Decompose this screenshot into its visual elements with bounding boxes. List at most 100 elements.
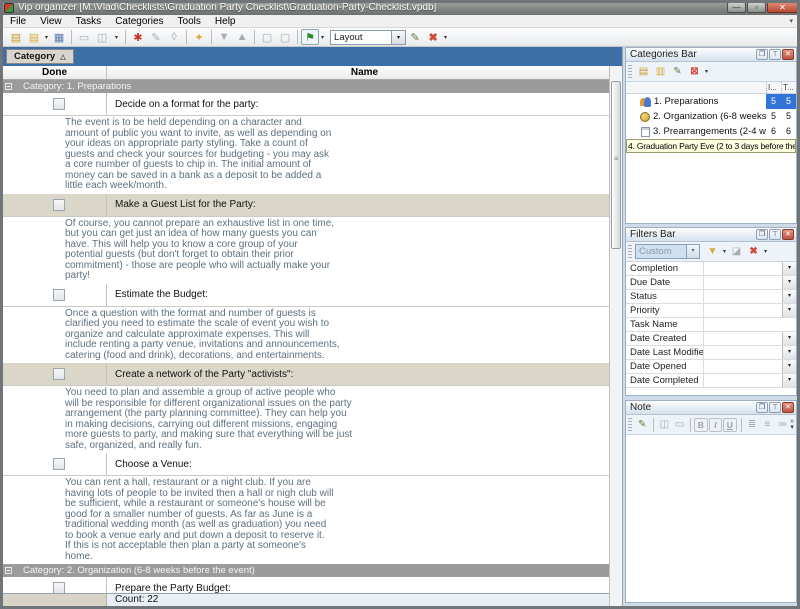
filter-value[interactable] [704,332,782,345]
categories-col1-header[interactable]: I... [766,82,781,93]
task-checkbox[interactable] [53,458,65,470]
pin-panel-icon[interactable]: ⊤ [769,49,781,60]
align-center-icon[interactable]: ≡ [760,417,775,433]
category-item-preparations[interactable]: 1. Preparations 5 5 [626,94,796,109]
print-preview-icon[interactable]: ◫ [93,29,111,45]
maximize-button[interactable]: ▫ [747,2,766,13]
menu-help[interactable]: Help [208,15,243,28]
import-icon[interactable]: ▦ [50,29,68,45]
edit-note-icon[interactable]: ✎ [635,417,650,433]
task-row[interactable]: Make a Guest List for the Party: [3,194,609,217]
close-button[interactable]: ✕ [767,2,798,13]
filter-value[interactable] [704,290,782,303]
edit-layout-icon[interactable]: ✎ [406,29,424,45]
delete-layout-icon[interactable]: ✖ [424,29,442,45]
toolbar-grip[interactable] [628,418,632,432]
task-checkbox[interactable] [53,199,65,211]
flag-dropdown-icon[interactable]: ▾ [319,34,326,41]
layout-combo[interactable]: Layout ▾ [330,30,406,45]
group-row-preparations[interactable]: Category: 1. Preparations [3,80,609,93]
collapse-group-icon[interactable] [5,83,12,90]
column-header-done[interactable]: Done [3,66,107,79]
filter-dropdown-button[interactable]: ▾ [782,346,796,359]
filter-dropdown-button[interactable]: ▾ [782,332,796,345]
task-row[interactable]: Estimate the Budget: [3,284,609,307]
note-content[interactable] [626,436,796,602]
toolbar-grip[interactable] [628,245,632,259]
category-item-prearrangements[interactable]: 3. Prearrangements (2-4 weeks before 6 6 [626,124,796,139]
filters-overflow-icon[interactable]: ▾ [762,248,769,255]
restore-panel-icon[interactable]: ❐ [756,229,768,240]
categories-col2-header[interactable]: T... [781,82,796,93]
layout-combo-value[interactable]: Layout [330,30,392,45]
filter-value[interactable] [704,374,782,387]
menu-tools[interactable]: Tools [171,15,208,28]
new-task-icon[interactable]: ✱ [129,29,147,45]
group-by-category-button[interactable]: Category △ [6,49,74,64]
task-checkbox[interactable] [53,289,65,301]
task-checkbox[interactable] [53,98,65,110]
new-page-icon[interactable]: ◫ [657,417,672,433]
task-checkbox[interactable] [53,582,65,593]
category-item-organization[interactable]: 2. Organization (6-8 weeks before the 5 … [626,109,796,124]
move-down-icon[interactable]: ▼ [215,29,233,45]
group-row-organization[interactable]: Category: 2. Organization (6-8 weeks bef… [3,564,609,577]
task-checkbox[interactable] [53,368,65,380]
toolbar-grip[interactable] [628,65,632,79]
restore-panel-icon[interactable]: ❐ [756,49,768,60]
menu-file[interactable]: File [3,15,33,28]
filter-dropdown-button[interactable]: ▾ [782,374,796,387]
filter-value[interactable] [704,262,782,275]
restore-panel-icon[interactable]: ❐ [756,402,768,413]
filter-dropdown-button[interactable]: ▾ [782,262,796,275]
open-dropdown-icon[interactable]: ▾ [43,34,50,41]
filter-dropdown-icon[interactable]: ▾ [721,248,728,255]
menu-tasks[interactable]: Tasks [69,15,109,28]
filter-value[interactable] [704,360,782,373]
menu-overflow-icon[interactable]: ▾ [789,17,797,25]
filter-preset-combo[interactable]: Custom ▾ [635,244,700,259]
print-icon[interactable]: ▭ [75,29,93,45]
minimize-button[interactable]: — [727,2,746,13]
vertical-scrollbar[interactable] [609,66,622,606]
new-category-icon[interactable]: ▤ [635,64,652,80]
new-subcategory-icon[interactable]: ▥ [652,64,669,80]
task-row[interactable]: Create a network of the Party "activists… [3,363,609,386]
edit-category-icon[interactable]: ✎ [669,64,686,80]
menu-view[interactable]: View [33,15,69,28]
menu-categories[interactable]: Categories [108,15,170,28]
align-left-icon[interactable]: ≣ [744,417,759,433]
edit-task-icon[interactable]: ✎ [147,29,165,45]
task-row[interactable]: Decide on a format for the party: [3,93,609,116]
delete-category-icon[interactable]: ⊠ [686,64,703,80]
filter-value[interactable] [704,304,782,317]
filter-dropdown-button[interactable]: ▾ [782,276,796,289]
bold-icon[interactable]: B [694,418,707,432]
pin-panel-icon[interactable]: ⊤ [769,402,781,413]
filter-dropdown-button[interactable]: ▾ [782,304,796,317]
print-dropdown-icon[interactable]: ▾ [111,34,122,41]
task-row[interactable]: Choose a Venue: [3,453,609,476]
close-panel-icon[interactable]: ✕ [782,402,794,413]
italic-icon[interactable]: I [709,418,722,432]
scrollbar-thumb[interactable] [611,81,621,249]
filter-value[interactable] [704,276,782,289]
new-checklist-icon[interactable]: ▤ [7,29,25,45]
task-row[interactable]: Prepare the Party Budget: [3,577,609,593]
close-panel-icon[interactable]: ✕ [782,49,794,60]
layout-combo-dropdown-icon[interactable]: ▾ [392,30,406,45]
move-up-icon[interactable]: ▲ [233,29,251,45]
clear-filter-icon[interactable]: ◪ [728,244,745,260]
filter-preset-dropdown-icon[interactable]: ▾ [687,244,700,259]
categories-overflow-icon[interactable]: ▾ [703,68,710,75]
highlight-icon[interactable]: ✦ [190,29,208,45]
open-checklist-icon[interactable]: ▤ [25,29,43,45]
filter-value[interactable] [704,318,796,331]
layout-overflow-icon[interactable]: ▾ [442,34,449,41]
print-note-icon[interactable]: ▭ [672,417,687,433]
bullet-list-icon[interactable]: ≔ [775,417,790,433]
collapse-group-icon[interactable] [5,567,12,574]
expand-icon[interactable]: ▢ [258,29,276,45]
filter-preset-value[interactable]: Custom [635,244,687,259]
flag-icon[interactable]: ⚑ [301,29,319,45]
